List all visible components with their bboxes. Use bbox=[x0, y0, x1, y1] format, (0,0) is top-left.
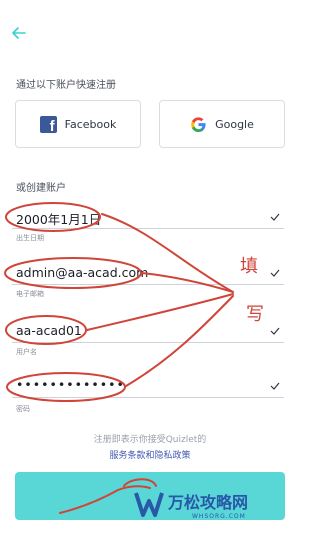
check-icon bbox=[270, 382, 280, 390]
check-icon bbox=[270, 213, 280, 221]
google-signup-button[interactable]: Google bbox=[159, 100, 285, 148]
google-icon bbox=[191, 116, 206, 132]
field-underline bbox=[12, 342, 284, 343]
social-section-label: 通过以下账户快速注册 bbox=[16, 80, 116, 91]
email-value: admin@aa-acad.com bbox=[16, 265, 149, 280]
check-icon bbox=[270, 327, 280, 335]
watermark-url: WHSORG.COM bbox=[192, 513, 246, 520]
terms-links[interactable]: 服务条款和隐私政策 bbox=[0, 448, 300, 461]
facebook-signup-button[interactable]: f Facebook bbox=[15, 100, 141, 148]
password-hint: 密码 bbox=[16, 405, 30, 413]
google-button-label: Google bbox=[215, 117, 254, 131]
password-field[interactable]: ••••••••••••• 密码 bbox=[12, 375, 284, 417]
annotation-text-1: 填 bbox=[240, 256, 258, 277]
annotation-text-2: 写 bbox=[246, 304, 264, 325]
field-underline bbox=[12, 397, 284, 398]
password-value: ••••••••••••• bbox=[16, 377, 125, 392]
username-value: aa-acad01 bbox=[16, 323, 82, 338]
field-underline bbox=[12, 284, 284, 285]
arrow-left-icon bbox=[12, 27, 26, 39]
watermark: 万松攻略网 WHSORG.COM bbox=[132, 483, 300, 533]
username-field[interactable]: aa-acad01 用户名 bbox=[12, 320, 284, 360]
birthdate-field[interactable]: 2000年1月1日 出生日期 bbox=[12, 206, 284, 246]
birthdate-hint: 出生日期 bbox=[16, 234, 44, 242]
facebook-icon: f bbox=[39, 115, 57, 133]
terms-text: 注册即表示你接受Quizlet的 bbox=[93, 435, 207, 445]
birthdate-value: 2000年1月1日 bbox=[16, 212, 102, 227]
email-hint: 电子邮箱 bbox=[16, 290, 44, 298]
check-icon bbox=[270, 269, 280, 277]
watermark-title: 万松攻略网 bbox=[168, 493, 249, 512]
back-button[interactable] bbox=[8, 22, 30, 44]
field-underline bbox=[12, 228, 284, 229]
form-section-label: 或创建账户 bbox=[16, 183, 66, 194]
watermark-logo-icon bbox=[134, 492, 164, 517]
facebook-button-label: Facebook bbox=[64, 117, 117, 131]
username-hint: 用户名 bbox=[16, 348, 37, 356]
